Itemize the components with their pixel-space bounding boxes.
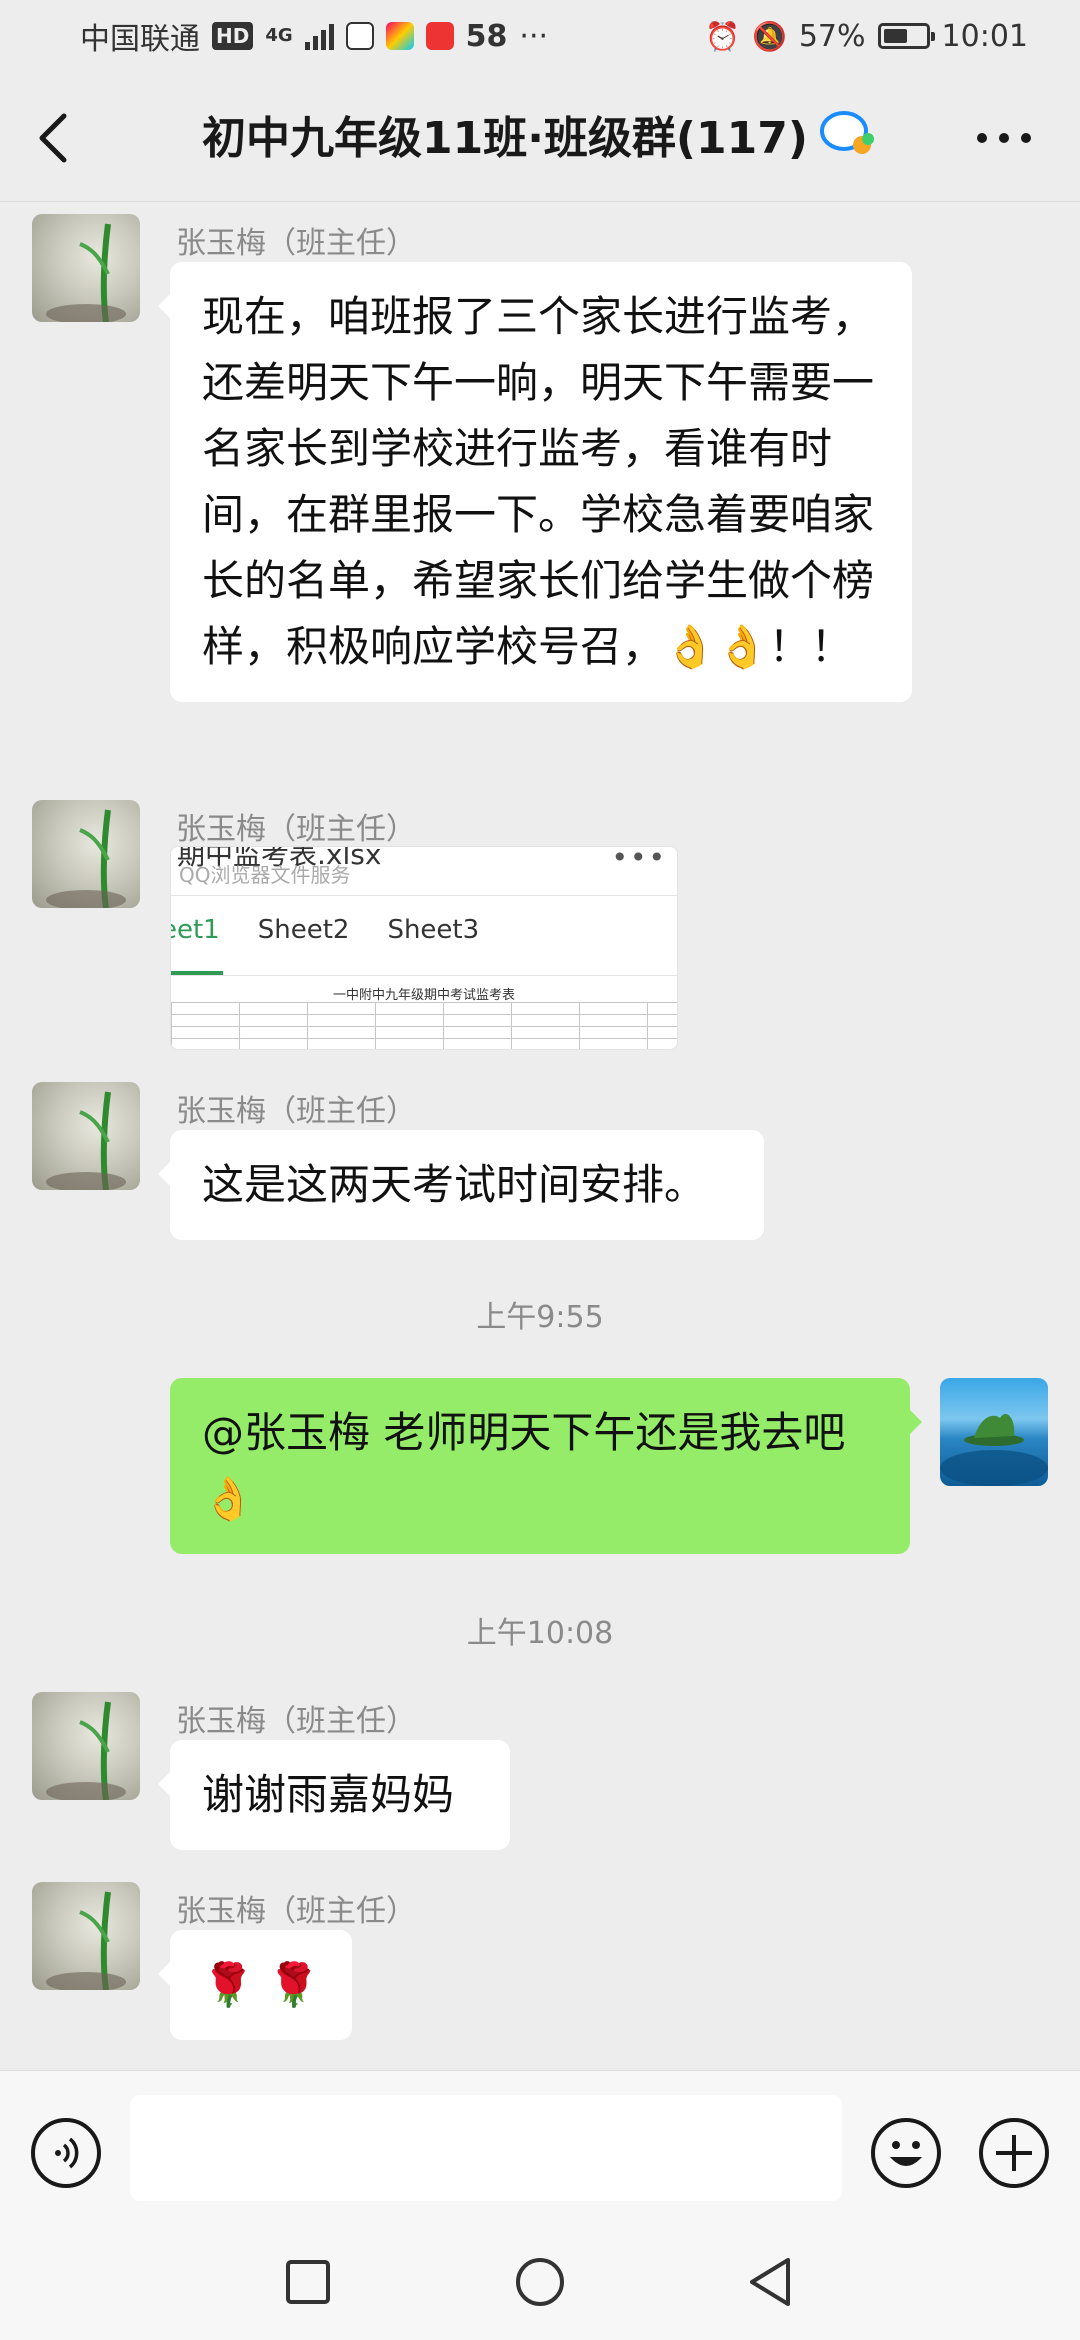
message-bubble-self[interactable]: @张玉梅 老师明天下午还是我去吧👌	[170, 1378, 922, 1554]
file-source: QQ浏览器文件服务	[179, 863, 351, 887]
avatar[interactable]	[32, 1082, 140, 1190]
file-more-icon: •••	[611, 846, 667, 874]
timestamp: 上午9:55	[476, 1300, 604, 1335]
sender-name: 张玉梅（班主任）	[176, 812, 416, 847]
message-input[interactable]	[130, 2095, 842, 2201]
sender-name: 张玉梅（班主任）	[176, 226, 416, 261]
avatar[interactable]	[32, 1882, 140, 1990]
sender-name: 张玉梅（班主任）	[176, 1704, 416, 1739]
sender-name: 张玉梅（班主任）	[176, 1094, 416, 1129]
carrier-name: 中国联通	[80, 22, 200, 57]
sheet-tab: Sheet2	[257, 915, 350, 945]
message-text: 现在，咱班报了三个家长进行监考，还差明天下午一晌，明天下午需要一名家长到学校进行…	[202, 292, 875, 671]
notification-count: 58	[465, 18, 508, 54]
voice-input-icon[interactable]	[30, 2117, 102, 2189]
input-bar	[0, 2070, 1080, 2220]
home-icon[interactable]	[510, 2252, 570, 2312]
nav-back-icon[interactable]	[740, 2252, 800, 2312]
timestamp: 上午10:08	[466, 1616, 614, 1651]
status-bar: 中国联通 HD 4G 58 ··· ⏰ 🔕 57% 10:01	[0, 0, 1080, 72]
recent-apps-icon[interactable]	[278, 2252, 338, 2312]
sender-name: 张玉梅（班主任）	[176, 1894, 416, 1929]
message-text: 这是这两天考试时间安排。	[202, 1160, 707, 1209]
sheet-title: 一中附中九年级期中考试监考表	[332, 988, 515, 1003]
file-preview-card[interactable]: 期中监考表.xlsx QQ浏览器文件服务 ••• eet1 Sheet2 She…	[170, 846, 678, 1050]
add-plus-icon[interactable]	[978, 2117, 1050, 2189]
battery-icon	[877, 23, 935, 49]
alipay-icon	[345, 22, 374, 50]
group-chat-badge-icon	[820, 111, 874, 154]
message-bubble[interactable]: 谢谢雨嘉妈妈	[158, 1740, 510, 1850]
network-type: 4G	[265, 25, 293, 46]
message-bubble[interactable]: 🌹 🌹	[158, 1930, 352, 2040]
message-bubble[interactable]: 现在，咱班报了三个家长进行监考，还差明天下午一晌，明天下午需要一名家长到学校进行…	[158, 262, 912, 702]
avatar[interactable]	[32, 1692, 140, 1800]
sheet-tab: eet1	[171, 915, 220, 945]
message-text: 🌹 🌹	[202, 1960, 320, 2009]
message-text: @张玉梅 老师明天下午还是我去吧👌	[202, 1408, 846, 1523]
sheet-grid	[171, 1002, 677, 1049]
app-icon	[385, 22, 414, 50]
spreadsheet-preview: 一中附中九年级期中考试监考表	[171, 975, 677, 1049]
battery-percent: 57%	[798, 18, 866, 54]
signal-icon	[304, 22, 334, 50]
chat-header: 初中九年级11班·班级群(117)	[0, 72, 1080, 202]
overflow-icon: ···	[519, 18, 549, 54]
hd-badge: HD	[212, 22, 254, 50]
avatar[interactable]	[32, 800, 140, 908]
message-bubble[interactable]: 这是这两天考试时间安排。	[158, 1130, 764, 1240]
sheet-tab: Sheet3	[387, 915, 480, 945]
book-icon	[425, 22, 454, 50]
mute-icon: 🔕	[751, 19, 787, 53]
emoji-icon[interactable]	[870, 2117, 942, 2189]
more-options-icon[interactable]	[974, 124, 1034, 152]
avatar-self[interactable]	[940, 1378, 1048, 1486]
avatar[interactable]	[32, 214, 140, 322]
page-title: 初中九年级11班·班级群(117)	[0, 102, 1080, 166]
system-nav-bar	[0, 2220, 1080, 2340]
clock: 10:01	[941, 18, 1028, 54]
sheet-tabs: eet1 Sheet2 Sheet3	[171, 915, 479, 945]
alarm-icon: ⏰	[705, 19, 740, 53]
message-text: 谢谢雨嘉妈妈	[202, 1770, 455, 1819]
group-name: 初中九年级11班·班级群(117)	[201, 113, 808, 164]
